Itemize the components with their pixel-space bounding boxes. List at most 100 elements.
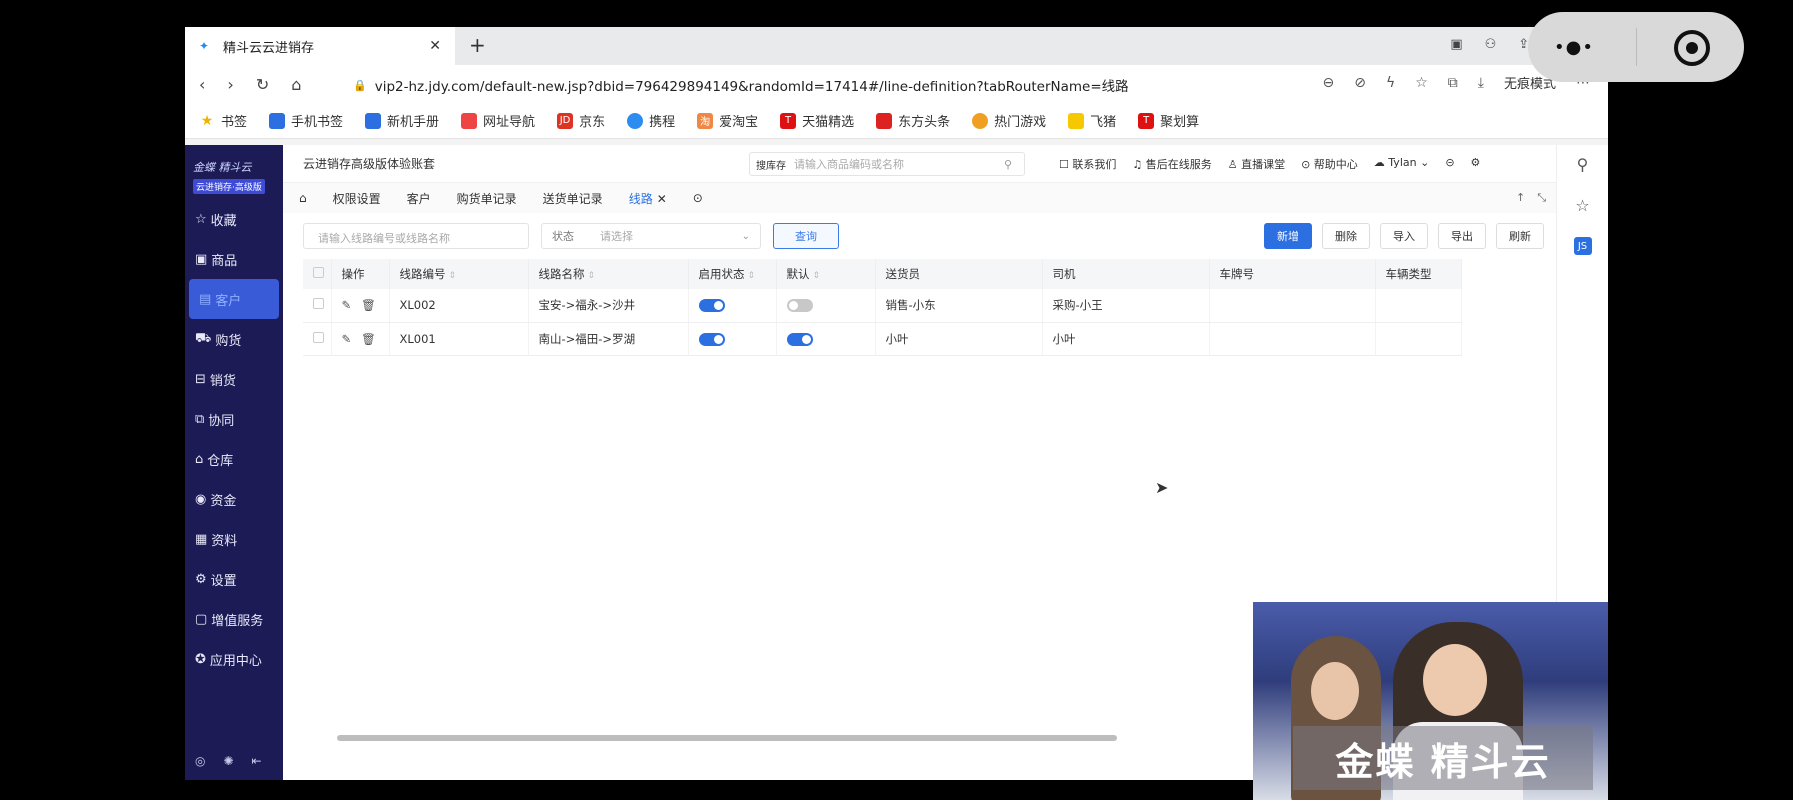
online-service-link[interactable]: ♫ 售后在线服务	[1132, 156, 1211, 172]
bookmark-item[interactable]: T 天猫精选	[780, 111, 854, 130]
zoom-icon[interactable]: ⊖	[1323, 75, 1335, 91]
bookmark-item[interactable]: JD 京东	[557, 111, 605, 130]
enabled-toggle[interactable]	[698, 332, 725, 346]
stock-search[interactable]: 搜库存 请输入商品编码或名称 ⚲	[749, 152, 1025, 176]
bookmark-item[interactable]: ★ 书签	[199, 111, 247, 131]
sidebar-item-favorites[interactable]: ☆ 收藏	[185, 199, 283, 239]
forward-icon[interactable]: ›	[227, 75, 233, 94]
sidebar-item-goods[interactable]: ▣ 商品	[185, 239, 283, 279]
bookmark-item[interactable]: 手机书签	[269, 111, 343, 130]
sidebar-item-purchase[interactable]: ⛟ 购货	[185, 319, 283, 359]
sidebar-item-data[interactable]: ▦ 资料	[185, 519, 283, 559]
search-input[interactable]: 请输入商品编码或名称	[794, 156, 904, 172]
download-icon[interactable]: ⤓	[1478, 75, 1484, 91]
more-dots-icon[interactable]: •●•	[1554, 37, 1594, 58]
sidebar-item-customer[interactable]: ▤ 客户	[189, 279, 279, 319]
delete-button[interactable]: 删除	[1322, 223, 1370, 249]
tab-permissions[interactable]: 权限设置	[333, 190, 381, 207]
refresh-button[interactable]: 刷新	[1496, 223, 1544, 249]
record-target-icon[interactable]	[1674, 30, 1710, 66]
history-icon[interactable]: ⊝	[1445, 156, 1454, 172]
row-select-cell[interactable]	[303, 322, 332, 356]
bookmark-item[interactable]: 淘爱淘宝	[697, 111, 758, 130]
browser-tab[interactable]: ✦ 精斗云云进销存 ✕	[185, 27, 455, 65]
bookmark-item[interactable]: 新机手册	[365, 111, 439, 130]
bookmark-item[interactable]: T 聚划算	[1138, 111, 1199, 130]
sort-icon[interactable]: ⇕	[813, 271, 821, 281]
extension-icon[interactable]: ⧉	[1448, 75, 1458, 91]
collapse-icon[interactable]: ⇤	[252, 754, 262, 768]
route-search-input[interactable]: 请输入线路编号或线路名称	[303, 223, 529, 249]
col-code[interactable]: 线路编号 ⇕	[389, 259, 529, 289]
trash-icon[interactable]: 🗑	[361, 298, 376, 312]
bookmark-item[interactable]: 飞猪	[1068, 111, 1116, 130]
sort-icon[interactable]: ⇕	[748, 271, 756, 281]
scroll-top-icon[interactable]: ↑	[1516, 191, 1525, 205]
help-icon[interactable]: ◎	[195, 754, 205, 768]
refresh-icon[interactable]: ↻	[256, 75, 269, 94]
tab-purchase-records[interactable]: 购货单记录	[457, 190, 517, 207]
favorites-icon[interactable]: ☆	[1575, 196, 1589, 215]
favorite-star-icon[interactable]: ☆	[1415, 75, 1428, 91]
import-button[interactable]: 导入	[1380, 223, 1428, 249]
tracking-icon[interactable]: ⊘	[1354, 75, 1366, 91]
export-button[interactable]: 导出	[1438, 223, 1486, 249]
close-tab-icon[interactable]: ✕	[657, 192, 667, 206]
default-toggle[interactable]	[786, 332, 813, 346]
tab-customer[interactable]: 客户	[407, 190, 431, 207]
home-tab-icon[interactable]: ⌂	[299, 191, 307, 205]
close-tab-icon[interactable]: ✕	[429, 38, 441, 54]
query-button[interactable]: 查询	[773, 223, 839, 249]
bookmark-item[interactable]: 东方头条	[876, 111, 950, 130]
more-tabs-icon[interactable]: ⊙	[693, 191, 703, 205]
contact-link[interactable]: ☐ 联系我们	[1059, 156, 1116, 172]
url-field[interactable]: 🔒 vip2-hz.jdy.com/default-new.jsp?dbid=7…	[353, 73, 1353, 97]
sort-icon[interactable]: ⇕	[588, 271, 596, 281]
user-menu[interactable]: ☁ Tylan ⌄	[1374, 156, 1430, 172]
live-class-link[interactable]: ♙ 直播课堂	[1228, 156, 1285, 172]
bookmark-item[interactable]: 网址导航	[461, 111, 535, 130]
select-all-cell[interactable]	[303, 259, 332, 289]
sidebar-item-settings[interactable]: ⚙ 设置	[185, 559, 283, 599]
search-icon[interactable]: ⚲	[1577, 155, 1589, 174]
horizontal-scrollbar[interactable]	[337, 735, 1117, 741]
sidebar-item-warehouse[interactable]: ⌂ 仓库	[185, 439, 283, 479]
col-default[interactable]: 默认 ⇕	[776, 259, 876, 289]
default-toggle[interactable]	[786, 299, 813, 313]
reading-mode-icon[interactable]: ▣	[1450, 37, 1462, 52]
sidebar-item-collab[interactable]: ⧉ 协同	[185, 399, 283, 439]
tab-routes[interactable]: 线路 ✕	[629, 190, 667, 207]
gear-icon[interactable]: ⚙	[1471, 156, 1481, 172]
new-tab-button[interactable]: +	[469, 33, 486, 57]
table-row[interactable]: ✎ 🗑 XL002 宝安->福永->沙井 销售-小东 采购-小王	[303, 289, 1462, 323]
trash-icon[interactable]: 🗑	[361, 332, 376, 346]
search-icon[interactable]: ⚲	[1004, 158, 1012, 171]
fullscreen-icon[interactable]: ⤡	[1537, 191, 1546, 205]
home-icon[interactable]: ⌂	[291, 75, 301, 94]
sort-icon[interactable]: ⇕	[449, 271, 457, 281]
extensions-icon[interactable]: ⚇	[1485, 37, 1497, 52]
status-select[interactable]: 状态 请选择 ⌄	[541, 223, 761, 249]
row-checkbox[interactable]	[313, 298, 324, 310]
add-button[interactable]: 新增	[1264, 223, 1312, 249]
theme-icon[interactable]: ✺	[223, 754, 233, 768]
edit-icon[interactable]: ✎	[342, 298, 352, 312]
table-row[interactable]: ✎ 🗑 XL001 南山->福田->罗湖 小叶 小叶	[303, 322, 1462, 356]
sidebar-item-services[interactable]: ▢ 增值服务	[185, 599, 283, 639]
search-scope-tag[interactable]: 搜库存	[756, 157, 786, 172]
edit-icon[interactable]: ✎	[342, 332, 352, 346]
lightning-icon[interactable]: ϟ	[1386, 75, 1395, 91]
app-shortcut-icon[interactable]: JS	[1573, 237, 1592, 255]
back-icon[interactable]: ‹	[199, 75, 205, 94]
help-center-link[interactable]: ⊙ 帮助中心	[1301, 156, 1358, 172]
bookmark-item[interactable]: 携程	[627, 111, 675, 130]
sidebar-item-app-center[interactable]: ✪ 应用中心	[185, 639, 283, 679]
row-select-cell[interactable]	[303, 289, 332, 323]
col-enabled[interactable]: 启用状态 ⇕	[688, 259, 777, 289]
sidebar-item-sales[interactable]: ⊟ 销货	[185, 359, 283, 399]
floating-control[interactable]: •●•	[1528, 12, 1744, 82]
col-name[interactable]: 线路名称 ⇕	[528, 259, 689, 289]
tab-delivery-records[interactable]: 送货单记录	[543, 190, 603, 207]
row-checkbox[interactable]	[313, 331, 324, 343]
sidebar-item-funds[interactable]: ◉ 资金	[185, 479, 283, 519]
